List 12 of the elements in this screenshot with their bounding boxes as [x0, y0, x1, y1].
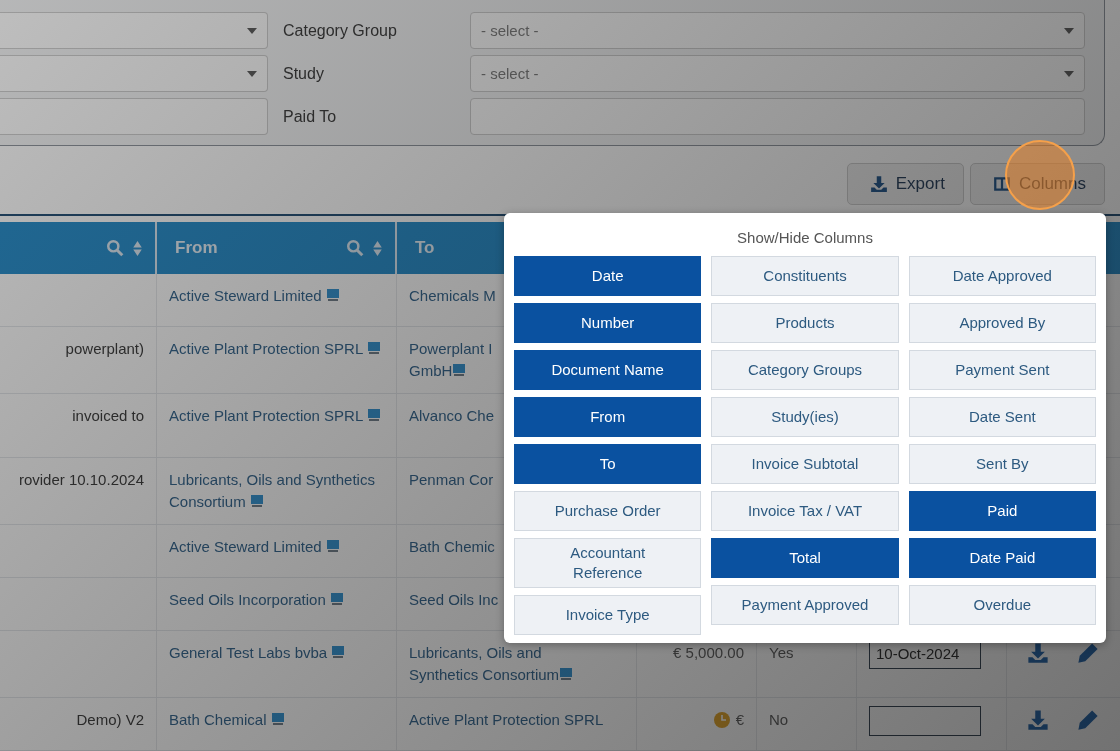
- table-cell-text: invoiced to: [71, 407, 144, 424]
- table-cell: Demo) V2: [76, 711, 144, 728]
- amount: € 5,000.00: [673, 643, 744, 663]
- amount: €: [735, 710, 744, 730]
- paid-status: Yes: [769, 644, 794, 661]
- filter-label: Study: [282, 64, 325, 83]
- filter-label: Paid To: [282, 107, 338, 126]
- paid-status: No: [769, 711, 789, 728]
- popup-title: Show/Hide Columns: [736, 229, 874, 246]
- table-cell: rovider 10.10.2024: [18, 471, 144, 488]
- table-cell: powerplant): [65, 340, 144, 357]
- filter-label: Category Group: [282, 21, 398, 40]
